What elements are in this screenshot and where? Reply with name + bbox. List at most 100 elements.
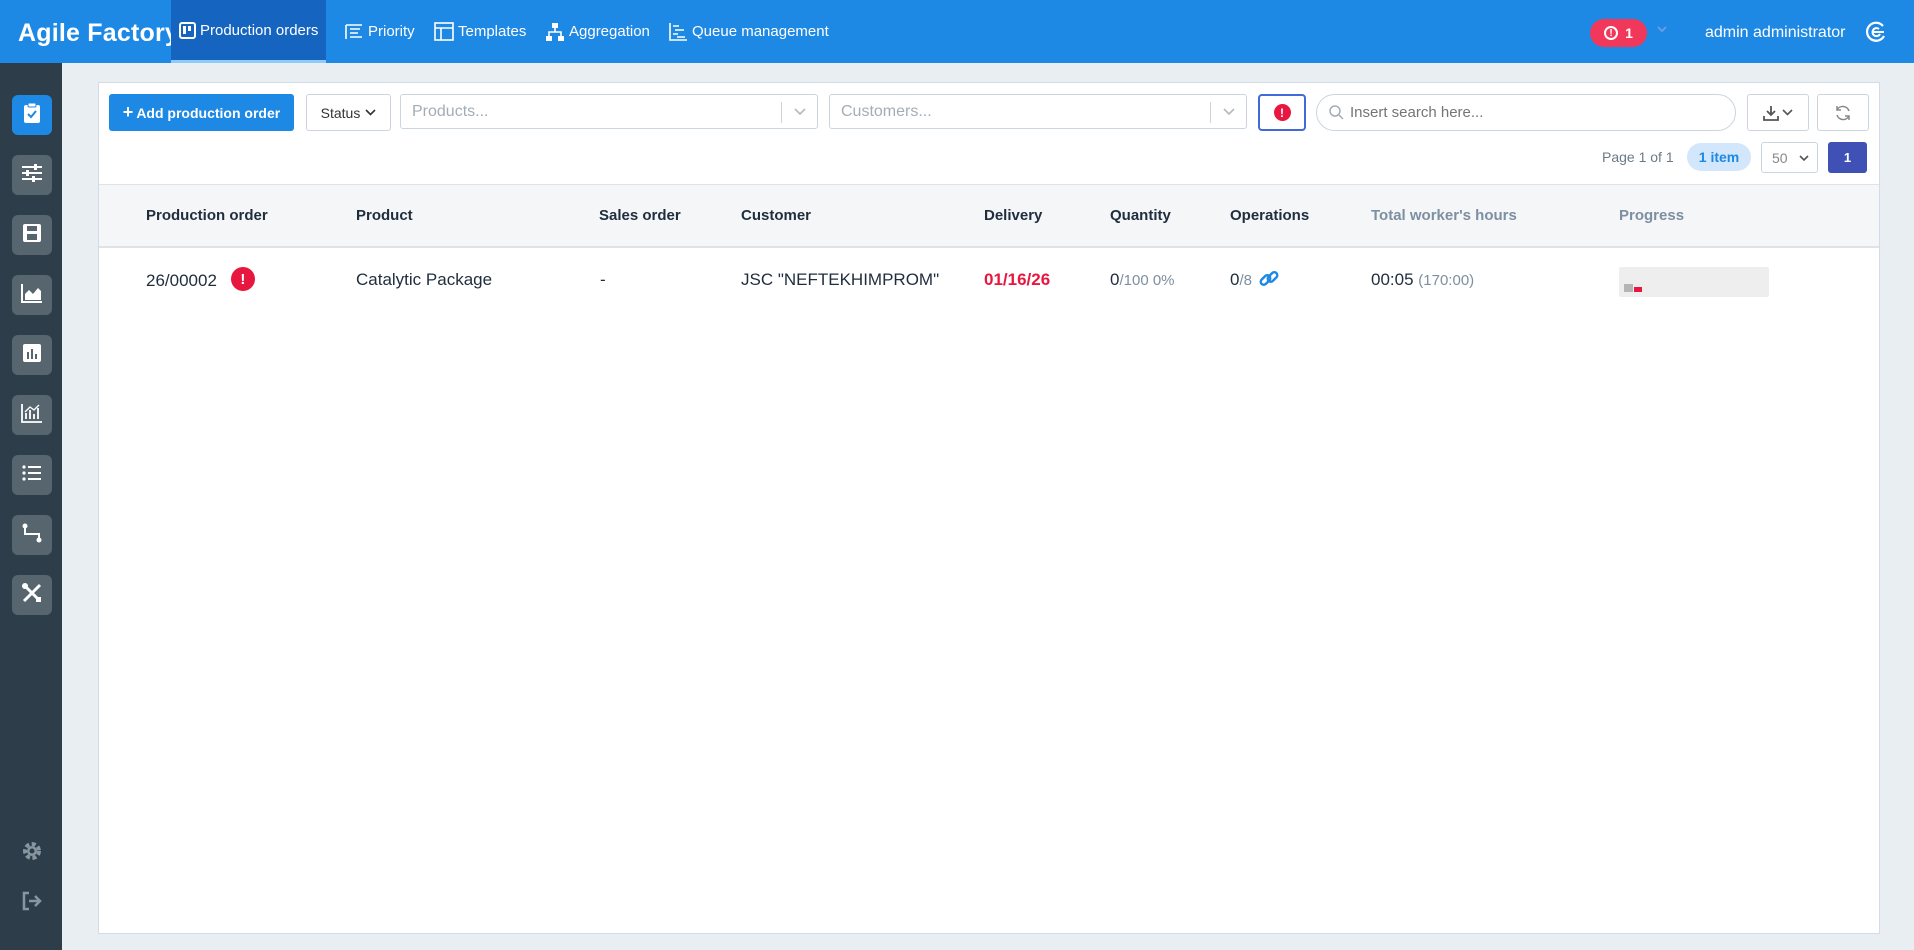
cell-customer: JSC "NEFTEKHIMPROM" — [741, 270, 940, 289]
column-operations[interactable]: Operations — [1230, 207, 1309, 224]
board-icon — [179, 21, 196, 39]
tab-production-orders[interactable]: Production orders — [171, 0, 327, 63]
operations-total: /8 — [1239, 271, 1252, 289]
route-icon — [22, 523, 42, 548]
cell-delivery: 01/16/26 — [984, 270, 1051, 289]
per-page-value: 50 — [1772, 149, 1788, 166]
page-info: Page 1 of 1 — [1602, 149, 1674, 165]
column-production-order[interactable]: Production order — [146, 207, 268, 224]
sidebar-item-storage[interactable] — [12, 215, 52, 255]
sidebar — [0, 63, 62, 950]
products-placeholder: Products... — [412, 102, 489, 120]
chevron-down-icon — [365, 108, 376, 117]
sidebar-item-bar-chart[interactable] — [12, 335, 52, 375]
page-button-1[interactable]: 1 — [1828, 142, 1867, 173]
plus-icon: + — [122, 102, 134, 122]
per-page-select[interactable]: 50 — [1761, 142, 1818, 173]
sidebar-item-area-chart[interactable] — [12, 275, 52, 315]
refresh-icon — [1834, 104, 1852, 122]
cell-operations: 0/8 — [1230, 270, 1280, 290]
chevron-down-icon — [1798, 151, 1810, 167]
search-input[interactable] — [1348, 103, 1712, 122]
clipboard-check-icon — [22, 102, 42, 129]
status-filter-dropdown[interactable]: Status — [306, 94, 391, 131]
chevron-down-icon — [793, 104, 807, 123]
cell-sales-order: - — [600, 270, 606, 289]
column-total-workers-hours: Total worker's hours — [1371, 207, 1517, 224]
user-menu-icon[interactable] — [1864, 20, 1888, 49]
sidebar-item-analytics[interactable] — [12, 395, 52, 435]
logout-icon — [21, 891, 43, 916]
cell-product: Catalytic Package — [356, 270, 493, 289]
tab-label: Templates — [458, 23, 527, 40]
tab-label: Priority — [368, 23, 415, 40]
tools-icon — [21, 582, 43, 609]
app-logo[interactable]: Agile Factory — [18, 19, 179, 48]
add-label: Add production order — [136, 104, 281, 121]
sidebar-item-tools[interactable] — [12, 575, 52, 615]
hours-planned: (170:00) — [1418, 272, 1475, 289]
column-delivery[interactable]: Delivery — [984, 207, 1042, 224]
sidebar-item-list[interactable] — [12, 455, 52, 495]
area-chart-icon — [21, 283, 43, 308]
hierarchy-icon — [545, 22, 565, 42]
production-orders-panel: + Add production order Status Products..… — [98, 82, 1880, 934]
sidebar-item-production-orders[interactable] — [12, 95, 52, 135]
products-select[interactable]: Products... — [400, 94, 818, 129]
sliders-icon — [21, 163, 43, 188]
chevron-down-icon[interactable] — [1655, 22, 1669, 39]
cell-production-order[interactable]: 26/00002 ! — [146, 267, 255, 291]
column-quantity[interactable]: Quantity — [1110, 207, 1171, 224]
column-product[interactable]: Product — [356, 207, 413, 224]
customers-placeholder: Customers... — [841, 102, 932, 120]
export-dropdown-button[interactable] — [1747, 94, 1809, 131]
sidebar-item-settings-sliders[interactable] — [12, 155, 52, 195]
column-sales-order[interactable]: Sales order — [599, 207, 681, 224]
sidebar-item-logout[interactable] — [18, 889, 46, 917]
cell-workers-hours: 00:05 (170:00) — [1371, 270, 1474, 290]
table-row[interactable]: 26/00002 ! Catalytic Package - JSC "NEFT… — [99, 249, 1879, 309]
progress-segment-done — [1624, 284, 1633, 292]
save-icon — [22, 223, 42, 248]
link-icon[interactable] — [1258, 268, 1280, 290]
line-bar-chart-icon — [21, 403, 43, 428]
progress-segment-late — [1634, 287, 1642, 292]
list-icon — [22, 464, 42, 487]
alerts-badge[interactable]: ! 1 — [1590, 19, 1647, 47]
errors-filter-button[interactable]: ! — [1258, 94, 1306, 131]
items-count-badge: 1 item — [1687, 143, 1751, 171]
tab-priority[interactable]: Priority — [344, 0, 415, 63]
error-icon: ! — [1273, 104, 1291, 121]
tab-label: Aggregation — [569, 23, 650, 40]
sidebar-item-routes[interactable] — [12, 515, 52, 555]
add-production-order-button[interactable]: + Add production order — [109, 94, 294, 131]
error-icon[interactable]: ! — [230, 267, 255, 291]
bar-chart-icon — [22, 343, 42, 368]
top-navbar: Agile Factory Production orders Priority… — [0, 0, 1914, 63]
quantity-total: /100 0% — [1119, 272, 1175, 289]
tab-label: Queue management — [692, 23, 829, 40]
user-name[interactable]: admin administrator — [1705, 24, 1846, 42]
sidebar-item-settings[interactable] — [18, 839, 46, 867]
tab-aggregation[interactable]: Aggregation — [545, 0, 650, 63]
progress-bar — [1619, 267, 1769, 297]
operations-done: 0 — [1230, 270, 1240, 289]
alert-icon: ! — [1604, 26, 1619, 40]
template-icon — [434, 22, 454, 41]
table-header: Production order Product Sales order Cus… — [99, 184, 1879, 248]
refresh-button[interactable] — [1817, 94, 1869, 131]
priority-icon — [344, 23, 364, 41]
hours-spent: 00:05 — [1371, 270, 1414, 289]
tab-queue-management[interactable]: Queue management — [668, 0, 829, 63]
column-customer[interactable]: Customer — [741, 207, 811, 224]
alert-count: 1 — [1625, 25, 1633, 41]
customers-select[interactable]: Customers... — [829, 94, 1247, 129]
search-icon — [1329, 105, 1344, 120]
chevron-down-icon — [1782, 108, 1793, 117]
chevron-down-icon — [1222, 104, 1236, 123]
tab-templates[interactable]: Templates — [434, 0, 526, 63]
gear-icon — [20, 839, 44, 868]
queue-icon — [668, 22, 688, 41]
status-label: Status — [320, 104, 361, 121]
search-box[interactable] — [1316, 94, 1736, 131]
